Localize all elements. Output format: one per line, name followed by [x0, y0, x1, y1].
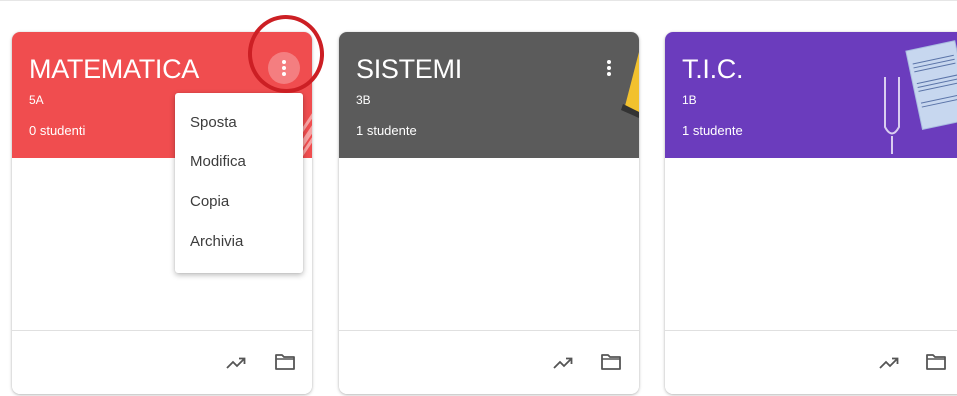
trending-up-icon[interactable] [879, 356, 899, 370]
student-count: 0 studenti [29, 123, 86, 138]
banner-decoration [884, 40, 957, 154]
class-card-sistemi[interactable]: SISTEMI 3B 1 studente [339, 32, 639, 394]
card-options-menu: Sposta Modifica Copia Archivia [175, 93, 303, 273]
folder-icon[interactable] [600, 353, 622, 371]
card-footer [339, 330, 639, 394]
trending-up-icon[interactable] [226, 356, 246, 370]
class-title[interactable]: T.I.C. [682, 54, 744, 85]
card-footer [12, 330, 312, 394]
folder-icon[interactable] [274, 353, 296, 371]
class-section: 3B [356, 93, 371, 107]
top-divider [0, 0, 957, 1]
more-options-button[interactable] [593, 52, 625, 84]
class-title[interactable]: SISTEMI [356, 54, 462, 85]
student-count: 1 studente [356, 123, 417, 138]
more-vert-icon [607, 60, 611, 76]
class-section: 1B [682, 93, 697, 107]
trending-up-icon[interactable] [553, 356, 573, 370]
class-section: 5A [29, 93, 44, 107]
banner-decoration [621, 52, 639, 118]
folder-icon[interactable] [925, 353, 947, 371]
class-title[interactable]: MATEMATICA [29, 54, 199, 85]
card-banner[interactable]: SISTEMI 3B 1 studente [339, 32, 639, 158]
menu-item-copia[interactable]: Copia [190, 193, 229, 210]
card-banner[interactable]: T.I.C. 1B 1 studente [665, 32, 957, 158]
class-card-tic[interactable]: T.I.C. 1B 1 studente [665, 32, 957, 394]
card-footer [665, 330, 957, 394]
student-count: 1 studente [682, 123, 743, 138]
menu-item-sposta[interactable]: Sposta [190, 114, 237, 131]
menu-item-modifica[interactable]: Modifica [190, 153, 246, 170]
menu-item-archivia[interactable]: Archivia [190, 233, 243, 250]
